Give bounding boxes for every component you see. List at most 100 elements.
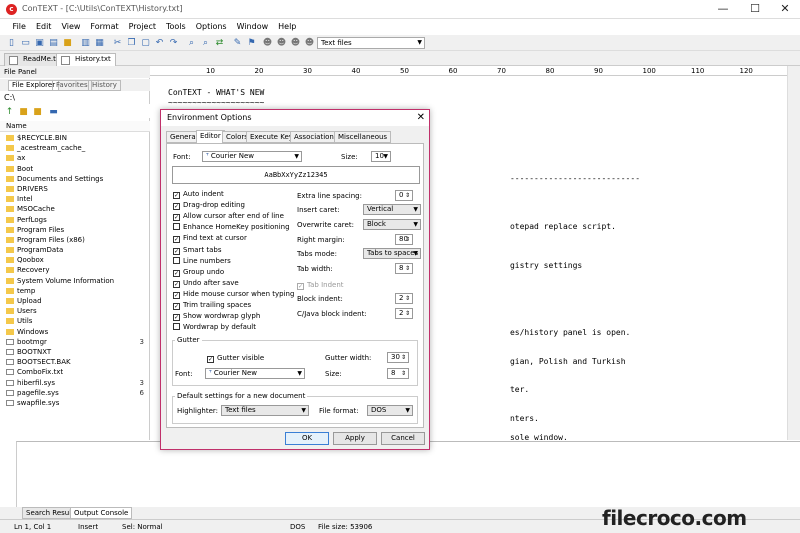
- cancel-button[interactable]: Cancel: [381, 432, 425, 445]
- menu-window[interactable]: Window: [232, 19, 274, 31]
- gutter-font-select[interactable]: ᵀ Courier New ▼: [205, 368, 305, 379]
- close-button[interactable]: ✕: [770, 1, 800, 17]
- user-exec-2-icon[interactable]: ☻: [276, 38, 287, 48]
- tab-history-panel[interactable]: History: [88, 80, 121, 91]
- tab-editor[interactable]: Editor: [196, 130, 225, 143]
- size-select[interactable]: 10 ▼: [371, 151, 391, 162]
- file-list-item[interactable]: System Volume Information: [0, 276, 150, 286]
- edit-icon[interactable]: ✎: [232, 38, 243, 48]
- file-list-item[interactable]: PerfLogs: [0, 215, 150, 225]
- tab-miscellaneous[interactable]: Miscellaneous: [334, 131, 392, 143]
- menu-help[interactable]: Help: [273, 19, 301, 31]
- maximize-button[interactable]: ☐: [740, 1, 770, 17]
- file-list-item[interactable]: Recovery: [0, 265, 150, 275]
- file-list-item[interactable]: ProgramData: [0, 245, 150, 255]
- copy-icon[interactable]: ❐: [126, 38, 137, 48]
- gutter-visible-checkbox[interactable]: ✓ Gutter visible: [207, 354, 264, 363]
- file-list-item[interactable]: Program Files (x86): [0, 235, 150, 245]
- file-list-item[interactable]: DRIVERS: [0, 184, 150, 194]
- undo-icon[interactable]: ↶: [154, 38, 165, 48]
- up-folder-icon[interactable]: ↑: [4, 107, 15, 117]
- file-list-item[interactable]: Users: [0, 306, 150, 316]
- save-all-icon[interactable]: ▤: [48, 38, 59, 48]
- find-icon[interactable]: ⌕: [186, 38, 197, 48]
- open-file-icon[interactable]: ▭: [20, 38, 31, 48]
- print-icon[interactable]: ▥: [80, 38, 91, 48]
- option-checkbox[interactable]: Wordwrap by default: [173, 323, 256, 332]
- file-list-item[interactable]: MSOCache: [0, 204, 150, 214]
- extra-line-spacing-spinner[interactable]: 0 ⇕: [395, 190, 413, 201]
- tab-history[interactable]: History.txt: [56, 53, 116, 66]
- option-checkbox[interactable]: ✓ Undo after save: [173, 279, 239, 288]
- file-list-item[interactable]: BOOTNXT: [0, 347, 150, 357]
- ok-button[interactable]: OK: [285, 432, 329, 445]
- apply-button[interactable]: Apply: [333, 432, 377, 445]
- file-list-item[interactable]: pagefile.sys 6: [0, 388, 150, 398]
- block-indent-spinner[interactable]: 2 ⇕: [395, 293, 413, 304]
- dialog-close-icon[interactable]: ✕: [417, 112, 425, 123]
- folder-icon[interactable]: ■: [62, 38, 73, 48]
- option-checkbox[interactable]: ✓ Find text at cursor: [173, 234, 247, 244]
- option-checkbox[interactable]: Line numbers: [173, 256, 231, 266]
- user-exec-4-icon[interactable]: ☻: [304, 38, 315, 48]
- print-preview-icon[interactable]: ▦: [94, 38, 105, 48]
- highlighter-default-select[interactable]: Text files ▼: [221, 405, 309, 416]
- option-checkbox[interactable]: ✓ Trim trailing spaces: [173, 301, 251, 310]
- file-list-item[interactable]: Intel: [0, 194, 150, 204]
- option-checkbox[interactable]: ✓ Auto indent: [173, 190, 224, 199]
- file-list-item[interactable]: _acestream_cache_: [0, 143, 150, 153]
- file-list-item[interactable]: Utils: [0, 316, 150, 326]
- user-exec-3-icon[interactable]: ☻: [290, 38, 301, 48]
- open-folder-icon[interactable]: ■: [32, 107, 43, 117]
- tab-width-spinner[interactable]: 8 ⇕: [395, 263, 413, 274]
- cjava-indent-spinner[interactable]: 2 ⇕: [395, 308, 413, 319]
- user-exec-1-icon[interactable]: ☻: [262, 38, 273, 48]
- file-list-item[interactable]: Program Files: [0, 225, 150, 235]
- save-icon[interactable]: ▣: [34, 38, 45, 48]
- bookmark-icon[interactable]: ⚑: [246, 38, 257, 48]
- overwrite-caret-select[interactable]: Block ▼: [363, 219, 421, 230]
- redo-icon[interactable]: ↷: [168, 38, 179, 48]
- menu-file[interactable]: File: [8, 19, 31, 31]
- file-list-item[interactable]: swapfile.sys: [0, 398, 150, 408]
- paste-icon[interactable]: ▢: [140, 38, 151, 48]
- vertical-scrollbar[interactable]: [787, 66, 800, 440]
- option-checkbox[interactable]: ✓ Hide mouse cursor when typing: [173, 290, 294, 299]
- font-select[interactable]: ᵀ Courier New ▼: [202, 151, 302, 162]
- tab-output-console[interactable]: Output Console: [70, 507, 133, 519]
- tab-indent-checkbox[interactable]: ✓ Tab Indent: [297, 281, 344, 290]
- option-checkbox[interactable]: ✓ Drag-drop editing: [173, 201, 245, 211]
- gutter-width-spinner[interactable]: 30 ⇕: [387, 352, 409, 363]
- file-list-item[interactable]: Qoobox: [0, 255, 150, 265]
- option-checkbox[interactable]: ✓ Smart tabs: [173, 246, 222, 255]
- right-margin-spinner[interactable]: 80 ⇕: [395, 234, 413, 245]
- menu-tools[interactable]: Tools: [161, 19, 191, 31]
- menu-edit[interactable]: Edit: [31, 19, 57, 31]
- highlighter-select[interactable]: Text files ▼: [317, 37, 425, 49]
- menu-project[interactable]: Project: [124, 19, 161, 31]
- new-file-icon[interactable]: ▯: [6, 38, 17, 48]
- tabs-mode-select[interactable]: Tabs to spaces ▼: [363, 248, 421, 259]
- find-next-icon[interactable]: ⌕: [200, 38, 211, 48]
- file-list-item[interactable]: temp: [0, 286, 150, 296]
- option-checkbox[interactable]: Enhance HomeKey positioning: [173, 223, 290, 232]
- file-format-select[interactable]: DOS ▼: [367, 405, 413, 416]
- minimize-button[interactable]: —: [708, 1, 738, 17]
- file-list-item[interactable]: Upload: [0, 296, 150, 306]
- tab-favorites[interactable]: Favorites: [52, 80, 92, 91]
- cut-icon[interactable]: ✂: [112, 38, 123, 48]
- file-list-item[interactable]: Documents and Settings: [0, 174, 150, 184]
- file-list-item[interactable]: BOOTSECT.BAK: [0, 357, 150, 367]
- option-checkbox[interactable]: ✓ Show wordwrap glyph: [173, 312, 260, 322]
- file-list-item[interactable]: ax: [0, 153, 150, 163]
- file-list-item[interactable]: bootmgr 3: [0, 337, 150, 347]
- output-console[interactable]: [16, 441, 800, 507]
- folder-icon[interactable]: ■: [18, 107, 29, 117]
- option-checkbox[interactable]: ✓ Allow cursor after end of line: [173, 212, 284, 222]
- file-list-item[interactable]: hiberfil.sys 3: [0, 378, 150, 388]
- column-header-name[interactable]: Name: [0, 121, 150, 132]
- file-list-item[interactable]: ComboFix.txt: [0, 367, 150, 377]
- option-checkbox[interactable]: ✓ Group undo: [173, 268, 224, 277]
- view-options-icon[interactable]: ▬: [48, 107, 59, 117]
- menu-view[interactable]: View: [56, 19, 85, 31]
